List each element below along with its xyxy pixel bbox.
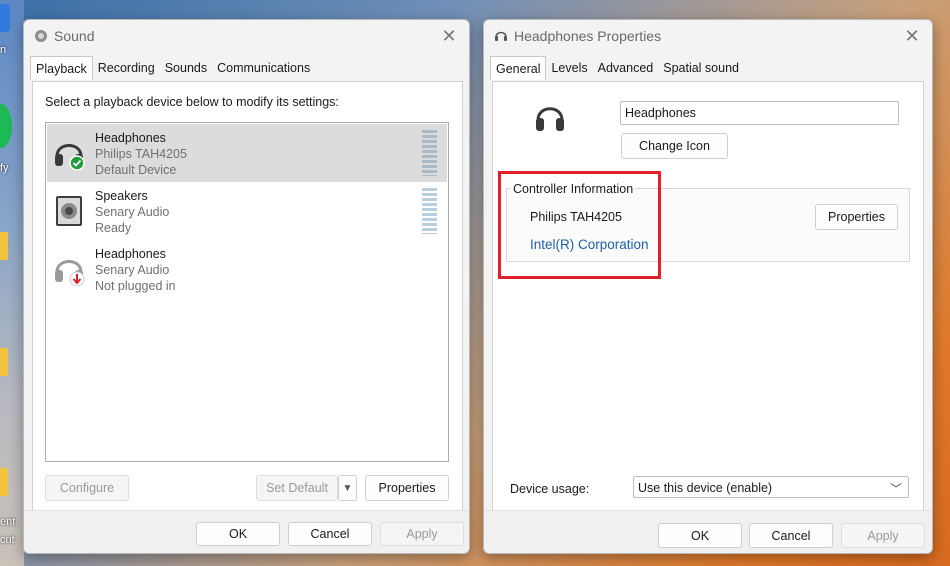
device-name: Headphones bbox=[95, 247, 166, 261]
ok-button[interactable]: OK bbox=[196, 522, 280, 546]
controller-properties-button[interactable]: Properties bbox=[815, 204, 898, 230]
properties-tabs: General Levels Advanced Spatial sound bbox=[490, 56, 744, 80]
device-driver: Philips TAH4205 bbox=[95, 147, 187, 161]
speaker-app-icon bbox=[35, 30, 47, 42]
cancel-button[interactable]: Cancel bbox=[749, 523, 833, 548]
device-usage-select[interactable]: Use this device (enable) ﹀ bbox=[633, 476, 909, 498]
device-item-headphones-senary[interactable]: Headphones Senary Audio Not plugged in bbox=[47, 240, 447, 298]
speaker-icon bbox=[56, 196, 82, 226]
device-item-headphones-philips[interactable]: Headphones Philips TAH4205 Default Devic… bbox=[47, 124, 447, 182]
apply-button[interactable]: Apply bbox=[841, 523, 925, 548]
desktop-app-icon[interactable] bbox=[0, 4, 10, 32]
device-usage-label: Device usage: bbox=[510, 482, 590, 496]
device-list: Headphones Philips TAH4205 Default Devic… bbox=[45, 122, 449, 462]
playback-instruction: Select a playback device below to modify… bbox=[45, 95, 339, 109]
highlight-annotation bbox=[498, 171, 661, 279]
tab-advanced[interactable]: Advanced bbox=[593, 58, 659, 80]
sound-titlebar[interactable]: Sound ✕ bbox=[24, 20, 469, 54]
device-name: Headphones bbox=[95, 131, 166, 145]
desktop-icon-label: n bbox=[0, 44, 7, 56]
device-status: Not plugged in bbox=[95, 279, 176, 293]
window-title: Headphones Properties bbox=[514, 28, 662, 44]
headphones-default-icon bbox=[55, 144, 85, 170]
cancel-button[interactable]: Cancel bbox=[288, 522, 372, 546]
folder-icon[interactable] bbox=[0, 468, 8, 496]
set-default-dropdown[interactable]: ▼ bbox=[338, 475, 357, 501]
tab-communications[interactable]: Communications bbox=[212, 58, 315, 80]
folder-icon[interactable] bbox=[0, 348, 8, 376]
desktop-icon-label: cut bbox=[0, 534, 15, 546]
device-item-speakers[interactable]: Speakers Senary Audio Ready bbox=[47, 182, 447, 240]
tab-playback[interactable]: Playback bbox=[30, 56, 93, 80]
desktop-icon-label: fy bbox=[0, 162, 9, 174]
window-title: Sound bbox=[54, 28, 95, 44]
apply-button[interactable]: Apply bbox=[380, 522, 464, 546]
tab-general[interactable]: General bbox=[490, 56, 547, 80]
tab-recording[interactable]: Recording bbox=[93, 58, 160, 80]
ok-button[interactable]: OK bbox=[658, 523, 742, 548]
device-status: Ready bbox=[95, 221, 132, 235]
device-name: Speakers bbox=[95, 189, 148, 203]
level-meter bbox=[422, 188, 437, 234]
close-icon[interactable]: ✕ bbox=[902, 26, 922, 46]
close-icon[interactable]: ✕ bbox=[439, 26, 459, 46]
folder-icon[interactable] bbox=[0, 232, 8, 260]
device-status: Default Device bbox=[95, 163, 177, 177]
properties-button[interactable]: Properties bbox=[365, 475, 449, 501]
headphones-unplugged-icon bbox=[55, 260, 85, 286]
change-icon-button[interactable]: Change Icon bbox=[621, 133, 728, 159]
desktop-icon-label: ent. bbox=[0, 516, 19, 528]
properties-titlebar[interactable]: Headphones Properties ✕ bbox=[484, 20, 932, 54]
configure-button[interactable]: Configure bbox=[45, 475, 129, 501]
tab-sounds[interactable]: Sounds bbox=[160, 58, 212, 80]
tab-levels[interactable]: Levels bbox=[546, 58, 592, 80]
device-driver: Senary Audio bbox=[95, 205, 170, 219]
level-meter bbox=[422, 130, 437, 176]
tab-spatial-sound[interactable]: Spatial sound bbox=[658, 58, 744, 80]
headphones-device-icon bbox=[536, 107, 564, 131]
device-name-field[interactable]: Headphones bbox=[620, 101, 899, 125]
device-usage-value: Use this device (enable) bbox=[638, 481, 773, 495]
sound-tabs: Playback Recording Sounds Communications bbox=[30, 56, 315, 80]
headphones-app-icon bbox=[495, 31, 507, 41]
set-default-button[interactable]: Set Default bbox=[256, 475, 338, 501]
chevron-down-icon: ﹀ bbox=[889, 482, 902, 496]
device-driver: Senary Audio bbox=[95, 263, 170, 277]
